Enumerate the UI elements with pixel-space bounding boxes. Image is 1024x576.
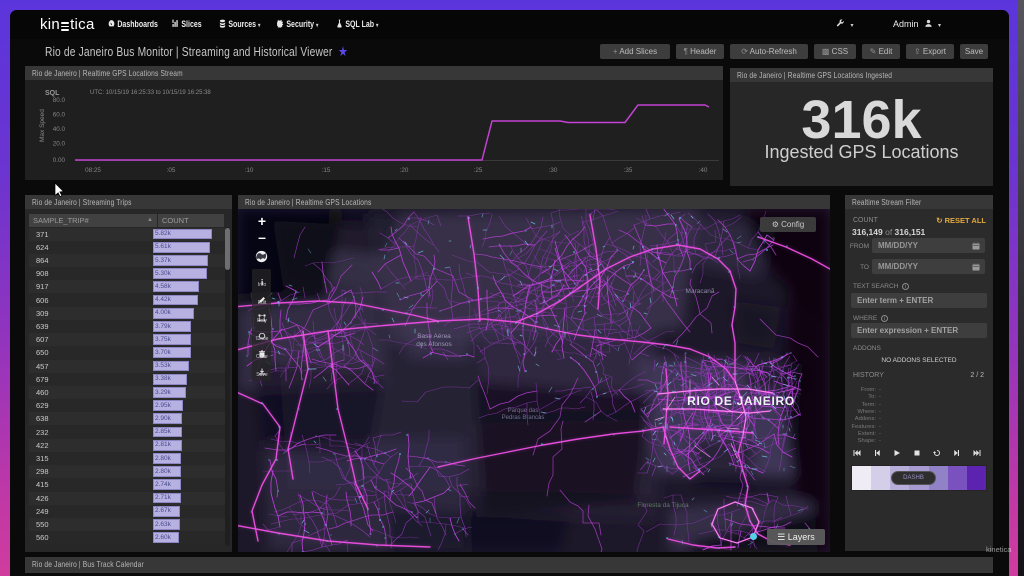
svg-text::15: :15 bbox=[322, 167, 331, 174]
svg-text:RIO DE JANEIRO: RIO DE JANEIRO bbox=[687, 394, 795, 408]
svg-text:Maracanã: Maracanã bbox=[686, 288, 715, 295]
svg-text:Base Aérea: Base Aérea bbox=[417, 333, 451, 340]
svg-text:Pedras Brancas: Pedras Brancas bbox=[502, 415, 545, 421]
svg-text:60.0: 60.0 bbox=[53, 112, 66, 119]
svg-text:20.0: 20.0 bbox=[53, 141, 66, 148]
svg-text:Floresta da Tijuca: Floresta da Tijuca bbox=[637, 502, 689, 509]
svg-text::25: :25 bbox=[474, 167, 483, 174]
svg-text::10: :10 bbox=[245, 167, 254, 174]
svg-text:dos Afonsos: dos Afonsos bbox=[416, 341, 452, 348]
svg-text::20: :20 bbox=[400, 167, 409, 174]
svg-text:08:25: 08:25 bbox=[85, 167, 101, 174]
svg-text:Parque das: Parque das bbox=[508, 408, 539, 414]
svg-text:80.0: 80.0 bbox=[53, 97, 66, 104]
svg-text:0.00: 0.00 bbox=[53, 157, 66, 164]
svg-text::35: :35 bbox=[624, 167, 633, 174]
svg-text:40.0: 40.0 bbox=[53, 126, 66, 133]
svg-text::05: :05 bbox=[167, 167, 176, 174]
svg-text::40: :40 bbox=[699, 167, 708, 174]
svg-text::30: :30 bbox=[549, 167, 558, 174]
